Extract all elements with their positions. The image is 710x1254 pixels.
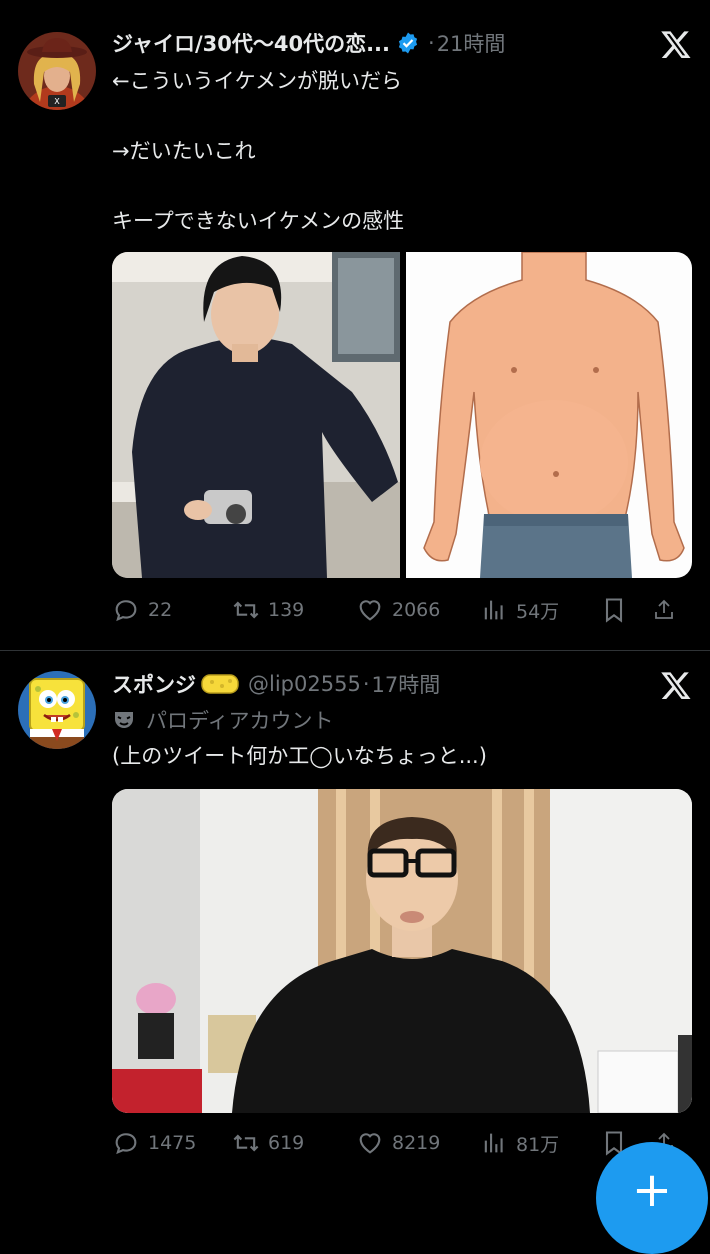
handle[interactable]: @lip02555 (248, 672, 361, 696)
tweet-header: スポンジ @lip02555 · 17時間 (112, 669, 650, 699)
illustration-torso[interactable] (406, 252, 692, 578)
compose-button[interactable]: + (596, 1142, 708, 1254)
tweet-text-line: キープできないイケメンの感性 (112, 209, 405, 233)
like-button[interactable]: 8219 (356, 1129, 480, 1157)
tweet-actions: 22 139 2066 54万 (112, 592, 692, 628)
photo-man-with-camera[interactable] (112, 252, 400, 578)
display-name[interactable]: ジャイロ/30代〜40代の恋... (112, 28, 390, 58)
reply-button[interactable]: 1475 (112, 1129, 232, 1157)
display-name[interactable]: スポンジ (112, 669, 196, 699)
views-icon (484, 1133, 503, 1153)
verified-badge-icon (396, 31, 420, 55)
tweet-text-line: ←こういうイケメンが脱いだら (112, 69, 402, 93)
dot-separator: · (428, 31, 435, 55)
tweet-1[interactable]: X ジャイロ/30代〜40代の恋... · 21時間 ←こういうイケメンが脱いだ… (0, 0, 710, 650)
retweet-button[interactable]: 139 (232, 596, 356, 624)
tweet-text-line: →だいたいこれ (112, 139, 256, 163)
bookmark-button[interactable] (600, 596, 652, 624)
timestamp[interactable]: 21時間 (437, 28, 506, 58)
reply-icon (115, 600, 137, 622)
like-count: 8219 (392, 1132, 441, 1154)
views-button[interactable]: 54万 (480, 596, 600, 624)
views-count: 54万 (516, 600, 560, 623)
avatar[interactable]: X (18, 32, 96, 110)
sponge-emoji-icon (200, 671, 240, 697)
tweet-text: (上のツイート何か工◯いなちょっと...) (112, 744, 487, 768)
views-count: 81万 (516, 1133, 560, 1156)
photo-man-looking-up[interactable] (112, 789, 692, 1113)
tweet-actions: 1475 619 8219 81万 (112, 1125, 692, 1161)
retweet-icon (233, 1134, 259, 1152)
parody-label: パロディアカウント (112, 705, 334, 735)
x-logo-icon (660, 28, 692, 60)
avatar[interactable] (18, 671, 96, 749)
tweet-media[interactable] (112, 252, 692, 578)
retweet-icon (233, 601, 259, 619)
tweet-media[interactable] (112, 789, 692, 1113)
tweet-2[interactable]: スポンジ @lip02555 · 17時間 パロディアカウント (上のツイート何… (0, 651, 710, 1200)
like-count: 2066 (392, 599, 441, 621)
like-button[interactable]: 2066 (356, 596, 480, 624)
like-icon (359, 600, 381, 621)
parody-mask-icon (112, 708, 136, 732)
retweet-count: 139 (268, 599, 305, 621)
share-icon (655, 599, 673, 619)
retweet-count: 619 (268, 1132, 305, 1154)
like-icon (359, 1133, 381, 1154)
reply-count: 22 (148, 599, 173, 621)
compose-plus-icon: + (631, 1162, 673, 1218)
timestamp[interactable]: 17時間 (372, 669, 441, 699)
share-button[interactable] (652, 596, 684, 624)
reply-icon (115, 1133, 137, 1155)
x-logo-icon (660, 669, 692, 701)
reply-button[interactable]: 22 (112, 596, 232, 624)
svg-text:X: X (54, 97, 60, 106)
parody-label-text: パロディアカウント (146, 709, 334, 733)
bookmark-icon (605, 598, 623, 623)
views-icon (484, 600, 503, 620)
retweet-button[interactable]: 619 (232, 1129, 356, 1157)
dot-separator: · (362, 672, 370, 696)
views-button[interactable]: 81万 (480, 1129, 600, 1157)
tweet-header: ジャイロ/30代〜40代の恋... · 21時間 (112, 28, 650, 58)
reply-count: 1475 (148, 1132, 197, 1154)
